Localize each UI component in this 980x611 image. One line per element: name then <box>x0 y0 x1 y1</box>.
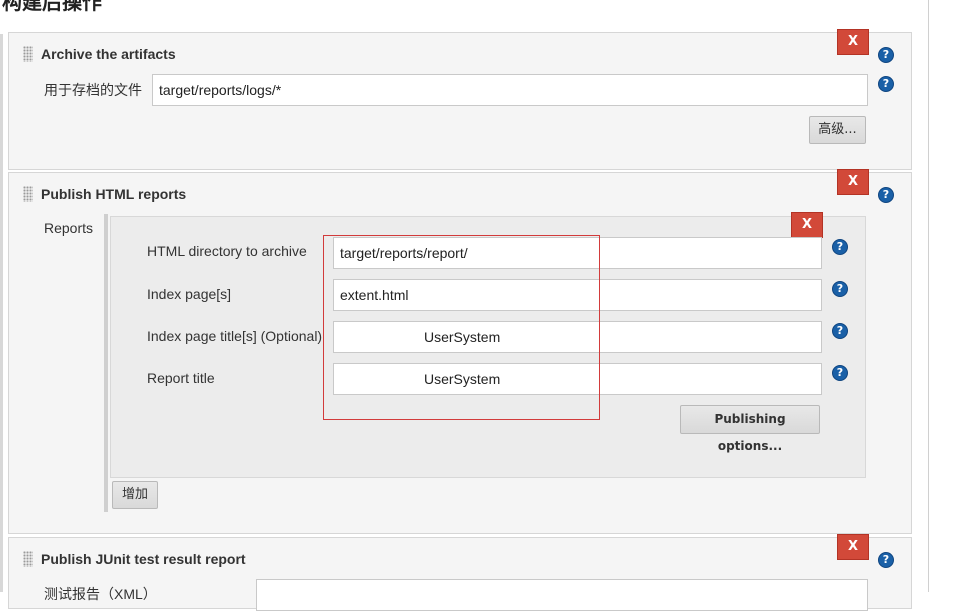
help-icon[interactable]: ? <box>832 365 848 381</box>
drag-handle-icon[interactable] <box>23 186 33 202</box>
junit-section-title: Publish JUnit test result report <box>41 551 246 567</box>
files-to-archive-label: 用于存档的文件 <box>44 82 142 98</box>
html-directory-label: HTML directory to archive <box>147 243 307 259</box>
delete-junit-button[interactable]: X <box>837 534 869 560</box>
index-pages-label: Index page[s] <box>147 286 232 302</box>
publishing-options-button[interactable]: Publishing options... <box>680 405 820 453</box>
reports-label: Reports <box>44 220 94 236</box>
help-icon[interactable]: ? <box>832 239 848 255</box>
page-title: 构建后操作 <box>2 0 102 14</box>
drag-handle-icon[interactable] <box>23 551 33 567</box>
delete-archive-button[interactable]: X <box>837 29 869 55</box>
reports-list-border <box>104 214 108 512</box>
content-right-border <box>928 0 929 592</box>
files-to-archive-input[interactable]: target/reports/logs/* <box>152 74 868 106</box>
delete-report-button[interactable]: X <box>791 212 823 238</box>
help-icon[interactable]: ? <box>878 187 894 203</box>
test-report-xml-label: 测试报告（XML） <box>44 586 157 602</box>
help-icon[interactable]: ? <box>832 281 848 297</box>
annotation-highlight-box <box>323 235 600 420</box>
help-icon[interactable]: ? <box>832 323 848 339</box>
delete-html-section-button[interactable]: X <box>837 169 869 195</box>
index-page-title-label: Index page title[s] (Optional) <box>147 328 323 344</box>
test-report-xml-input[interactable] <box>256 579 868 611</box>
help-icon[interactable]: ? <box>878 47 894 63</box>
drag-handle-icon[interactable] <box>23 46 33 62</box>
archive-section-title: Archive the artifacts <box>41 46 176 62</box>
add-report-button[interactable]: 增加 <box>112 481 158 509</box>
help-icon[interactable]: ? <box>878 552 894 568</box>
report-title-label: Report title <box>147 370 215 386</box>
content-left-border <box>0 34 3 592</box>
html-section-title: Publish HTML reports <box>41 186 187 202</box>
help-icon[interactable]: ? <box>878 76 894 92</box>
advanced-button[interactable]: 高级... <box>809 116 866 144</box>
